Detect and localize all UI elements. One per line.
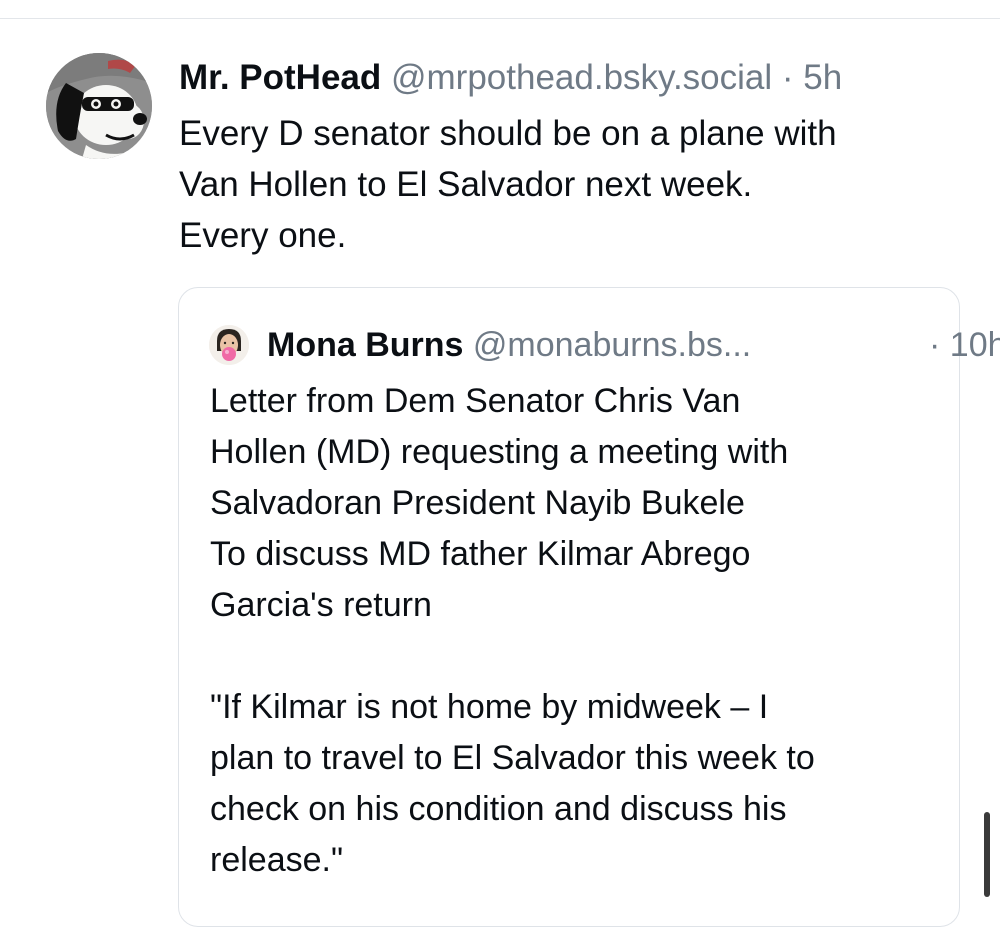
- scrollbar-thumb[interactable]: [984, 812, 990, 897]
- post-timestamp[interactable]: 5h: [803, 58, 842, 97]
- quote-separator-dot: ·: [929, 326, 941, 364]
- quote-text: Letter from Dem Senator Chris Van Hollen…: [210, 382, 815, 879]
- snoopy-avatar-icon: [46, 53, 152, 159]
- author-avatar[interactable]: [46, 53, 152, 159]
- bubblegum-avatar-icon: [209, 325, 249, 365]
- quote-author-name[interactable]: Mona Burns: [267, 326, 463, 364]
- quote-timestamp-value: 10h: [949, 326, 1000, 364]
- quote-post-card[interactable]: Mona Burns @monaburns.bs... · 10h Letter…: [178, 287, 1000, 927]
- author-name[interactable]: Mr. PotHead: [179, 58, 381, 97]
- quote-header: Mona Burns @monaburns.bs... · 10h: [267, 322, 1000, 368]
- quote-timestamp[interactable]: · 10h: [929, 322, 1000, 368]
- author-handle[interactable]: @mrpothead.bsky.social: [391, 58, 772, 97]
- quote-author-handle[interactable]: @monaburns.bs...: [473, 326, 751, 364]
- quote-author-avatar[interactable]: [209, 325, 249, 365]
- post[interactable]: Mr. PotHead @mrpothead.bsky.social · 5h …: [0, 0, 1000, 927]
- post-header: Mr. PotHead @mrpothead.bsky.social · 5h: [179, 55, 842, 101]
- post-text: Every D senator should be on a plane wit…: [179, 114, 837, 255]
- separator-dot: ·: [781, 58, 794, 97]
